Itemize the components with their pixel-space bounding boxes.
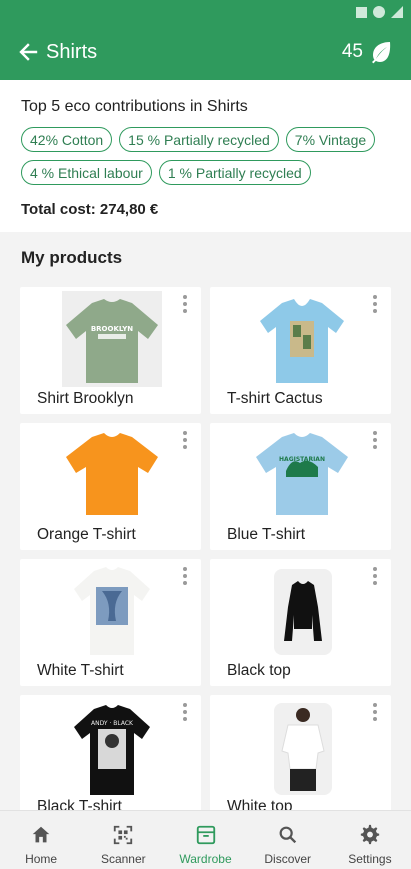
nav-scanner[interactable]: Scanner <box>82 811 164 869</box>
nav-label: Scanner <box>100 852 146 866</box>
product-image <box>62 563 162 659</box>
product-name: T-shirt Cactus <box>227 390 323 407</box>
page-title: Shirts <box>46 40 98 63</box>
more-options-button[interactable] <box>181 703 189 721</box>
svg-text:BROOKLYN: BROOKLYN <box>91 325 133 333</box>
nav-home[interactable]: Home <box>0 811 82 869</box>
product-image: HAGISTARIAN <box>252 427 352 523</box>
svg-text:HAGISTARIAN: HAGISTARIAN <box>279 456 325 463</box>
more-options-button[interactable] <box>371 295 379 313</box>
product-card[interactable]: White T-shirt <box>20 559 201 686</box>
contribution-chip[interactable]: 15 % Partially recycled <box>119 127 279 152</box>
status-icons <box>356 6 403 18</box>
more-options-button[interactable] <box>371 431 379 449</box>
nav-settings[interactable]: Settings <box>329 811 411 869</box>
product-name: White T-shirt <box>37 662 124 679</box>
app-bar: Shirts 45 <box>0 24 411 80</box>
contribution-chip[interactable]: 1 % Partially recycled <box>158 160 311 185</box>
contribution-chips: 42% Cotton 15 % Partially recycled 7% Vi… <box>21 127 401 185</box>
product-card[interactable]: ANDY · BLACK Black T-shirt <box>20 695 201 822</box>
product-image <box>252 291 352 387</box>
eco-score: 45 <box>341 41 363 62</box>
contribution-chip[interactable]: 4 % Ethical labour <box>21 160 152 185</box>
nav-label: Settings <box>348 852 392 866</box>
product-image: BROOKLYN <box>62 291 162 387</box>
product-name: Blue T-shirt <box>227 526 306 543</box>
square-icon <box>356 6 367 18</box>
more-options-button[interactable] <box>181 567 189 585</box>
more-options-button[interactable] <box>181 295 189 313</box>
more-options-button[interactable] <box>181 431 189 449</box>
nav-discover[interactable]: Discover <box>247 811 329 869</box>
qr-scanner-icon <box>114 825 133 845</box>
contribution-chip[interactable]: 42% Cotton <box>21 127 113 152</box>
leaf-icon <box>372 42 391 64</box>
product-card[interactable]: Black top <box>210 559 391 686</box>
product-image <box>62 427 162 523</box>
nav-wardrobe[interactable]: Wardrobe <box>164 811 246 869</box>
bottom-navigation: Home Scanner Wardrobe Discover Settings <box>0 810 411 869</box>
product-name: Shirt Brooklyn <box>37 390 134 407</box>
product-name: Black top <box>227 662 291 679</box>
product-card[interactable]: Orange T-shirt <box>20 423 201 550</box>
product-card[interactable]: HAGISTARIAN Blue T-shirt <box>210 423 391 550</box>
search-icon <box>279 826 296 844</box>
product-image <box>252 699 352 795</box>
product-card[interactable]: T-shirt Cactus <box>210 287 391 414</box>
arrow-left-icon <box>19 43 38 61</box>
summary-title: Top 5 eco contributions in Shirts <box>21 98 248 115</box>
section-title: My products <box>21 248 123 267</box>
nav-label: Discover <box>264 852 312 866</box>
status-bar <box>0 0 411 24</box>
product-name: Orange T-shirt <box>37 526 136 543</box>
product-card[interactable]: White top <box>210 695 391 822</box>
wardrobe-icon <box>196 825 215 845</box>
more-options-button[interactable] <box>371 703 379 721</box>
circle-icon <box>373 6 385 18</box>
gear-icon <box>360 824 380 845</box>
nav-label: Wardrobe <box>179 852 232 866</box>
back-button[interactable] <box>16 40 40 64</box>
product-image: ANDY · BLACK <box>62 699 162 795</box>
product-grid: BROOKLYN Shirt Brooklyn T-shirt Cactus O… <box>20 287 391 822</box>
total-cost: Total cost: 274,80 € <box>21 201 159 218</box>
eco-summary: Top 5 eco contributions in Shirts 42% Co… <box>0 80 411 232</box>
product-card[interactable]: BROOKLYN Shirt Brooklyn <box>20 287 201 414</box>
signal-icon <box>391 6 403 18</box>
svg-text:ANDY · BLACK: ANDY · BLACK <box>91 720 134 727</box>
home-icon <box>32 826 50 843</box>
product-image <box>252 563 352 659</box>
nav-label: Home <box>25 852 58 866</box>
contribution-chip[interactable]: 7% Vintage <box>285 127 376 152</box>
more-options-button[interactable] <box>371 567 379 585</box>
